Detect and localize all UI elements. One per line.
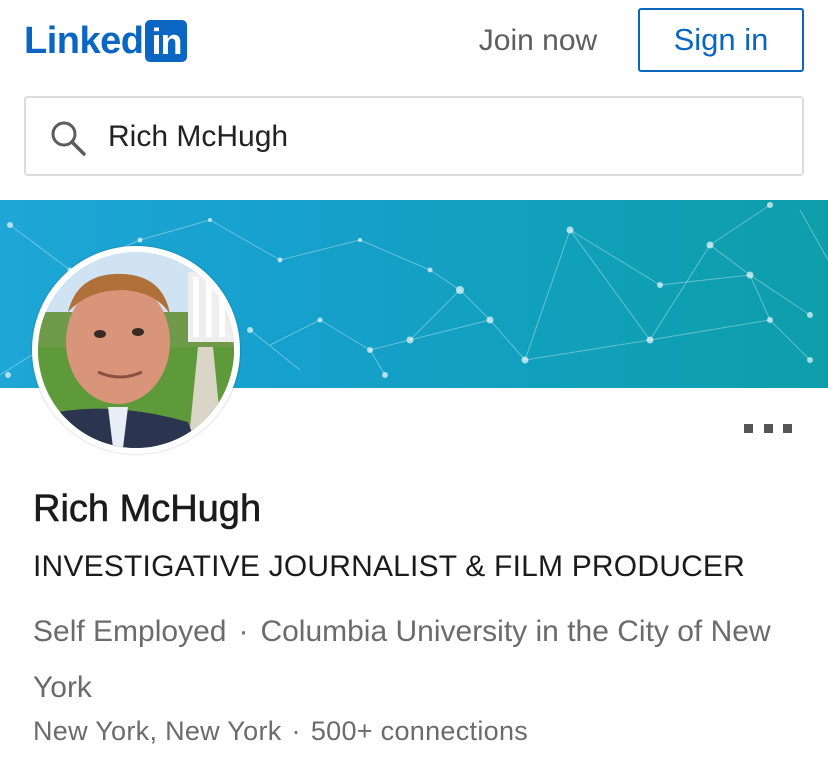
profile-photo xyxy=(38,252,234,448)
more-dot xyxy=(744,423,753,433)
sign-in-button[interactable]: Sign in xyxy=(638,8,804,72)
profile-avatar[interactable] xyxy=(32,246,240,454)
top-bar: Linked in Join now Sign in xyxy=(0,0,828,84)
search-icon xyxy=(48,118,88,158)
more-dot xyxy=(763,423,773,433)
separator-dot: · xyxy=(238,615,249,648)
search-bar[interactable] xyxy=(24,96,804,176)
linkedin-logo[interactable]: Linked in xyxy=(24,20,188,62)
join-now-button[interactable]: Join now xyxy=(458,14,618,68)
separator-dot: · xyxy=(291,716,301,746)
more-horizontal-icon[interactable] xyxy=(744,420,792,436)
employer[interactable]: Self Employed xyxy=(33,615,226,648)
search-input[interactable] xyxy=(108,110,788,164)
profile-experience-education: Self Employed · Columbia University in the… xyxy=(33,604,793,716)
profile-name: Rich McHugh xyxy=(33,488,262,531)
profile-headline: INVESTIGATIVE JOURNALIST & FILM PRODUCER xyxy=(33,550,746,583)
location: New York, New York xyxy=(33,716,282,746)
more-dot xyxy=(783,423,792,433)
connections-count: 500+ connections xyxy=(310,716,529,746)
logo-wordmark: Linked xyxy=(24,20,144,62)
logo-in-box: in xyxy=(145,20,188,62)
profile-meta: New York, New York · 500+ connections xyxy=(33,716,528,747)
